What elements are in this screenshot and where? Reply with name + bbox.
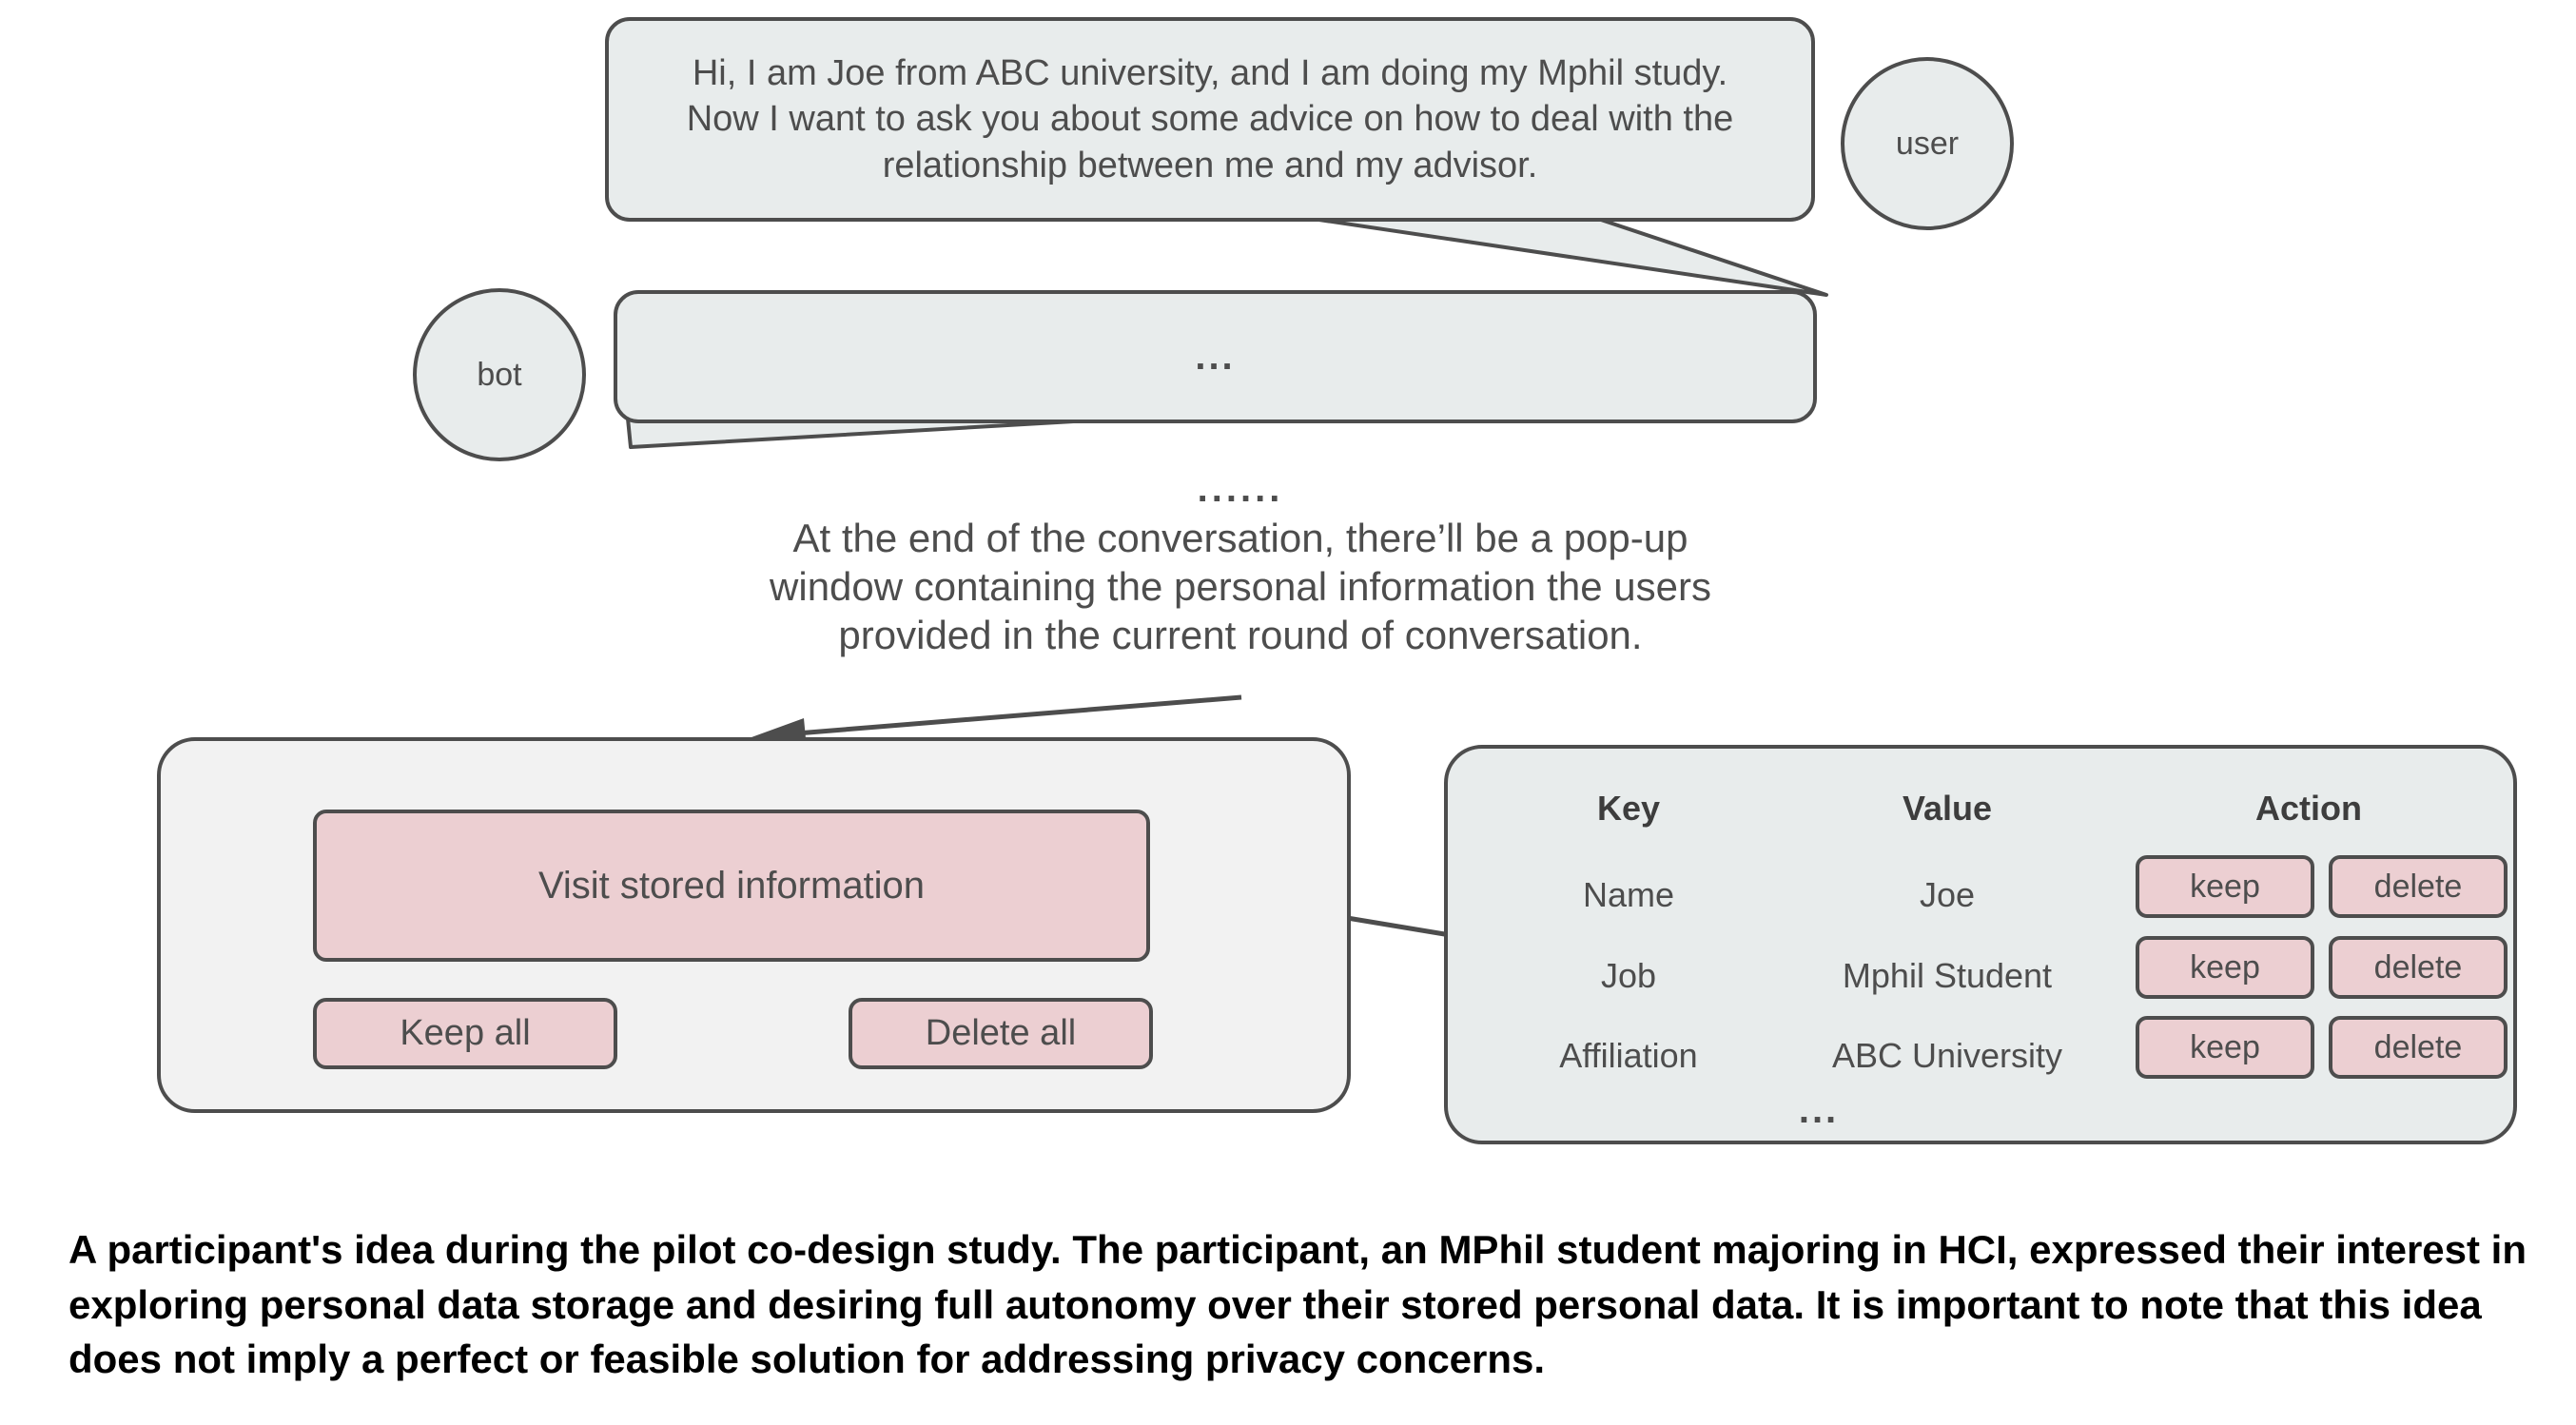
user-message-bubble: Hi, I am Joe from ABC university, and I … — [605, 17, 1815, 222]
keep-button-row-2[interactable]: keep — [2136, 936, 2314, 999]
table-row: Mphil Student — [1842, 956, 2053, 995]
stored-information-panel: Key Value Action Name Joe keep delete Jo… — [1444, 745, 2517, 1144]
table-row: ABC University — [1831, 1036, 2063, 1075]
diagram-canvas: Hi, I am Joe from ABC university, and I … — [0, 0, 2576, 1425]
user-message-text: Hi, I am Joe from ABC university, and I … — [686, 52, 1734, 185]
bot-message-bubble: ... — [614, 290, 1817, 423]
keep-all-label: Keep all — [400, 1013, 531, 1053]
flow-note-text: At the end of the conversation, there’ll… — [770, 516, 1711, 658]
delete-button-row-1[interactable]: delete — [2329, 855, 2508, 918]
figure-caption: A participant's idea during the pilot co… — [68, 1227, 2527, 1382]
keep-button-label: keep — [2190, 1028, 2260, 1065]
table-header-value: Value — [1902, 789, 1993, 828]
bot-avatar-label: bot — [477, 356, 522, 393]
table-row: Name — [1582, 875, 1675, 914]
table-row: Job — [1600, 956, 1657, 995]
user-avatar-label: user — [1895, 125, 1960, 162]
visit-stored-information-label: Visit stored information — [537, 864, 926, 907]
table-row: Joe — [1919, 875, 1976, 914]
user-bubble-tail — [1311, 217, 1828, 297]
keep-all-button[interactable]: Keep all — [313, 998, 617, 1069]
delete-button-label: delete — [2373, 948, 2463, 986]
flow-note: ...... At the end of the conversation, t… — [622, 470, 1859, 660]
keep-button-row-3[interactable]: keep — [2136, 1016, 2314, 1079]
stored-information-table: Key Value Action Name Joe keep delete Jo… — [1448, 749, 2513, 1141]
table-header-key: Key — [1596, 789, 1661, 828]
delete-all-label: Delete all — [925, 1013, 1077, 1053]
table-more-rows-ellipsis: ... — [1798, 1089, 1840, 1131]
delete-button-label: delete — [2373, 868, 2463, 905]
table-header-action: Action — [2255, 789, 2362, 828]
keep-button-label: keep — [2190, 948, 2260, 986]
popup-panel: Visit stored information Keep all Delete… — [157, 737, 1351, 1113]
table-row: Affiliation — [1559, 1036, 1698, 1075]
delete-button-row-2[interactable]: delete — [2329, 936, 2508, 999]
delete-button-label: delete — [2373, 1028, 2463, 1065]
user-avatar: user — [1841, 57, 2014, 230]
visit-stored-information-button[interactable]: Visit stored information — [313, 810, 1150, 962]
keep-button-label: keep — [2190, 868, 2260, 905]
conversation-continues-ellipsis: ...... — [1197, 468, 1284, 510]
keep-button-row-1[interactable]: keep — [2136, 855, 2314, 918]
bot-message-text: ... — [1195, 335, 1236, 378]
delete-all-button[interactable]: Delete all — [849, 998, 1153, 1069]
bot-avatar: bot — [413, 288, 586, 461]
delete-button-row-3[interactable]: delete — [2329, 1016, 2508, 1079]
